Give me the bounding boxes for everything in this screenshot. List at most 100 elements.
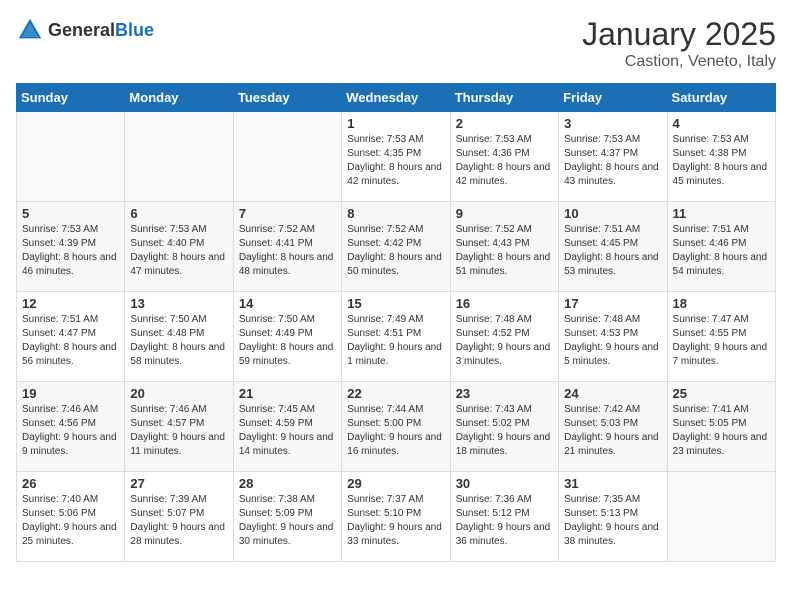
day-header-tuesday: Tuesday [233,84,341,112]
calendar-cell: 30Sunrise: 7:36 AM Sunset: 5:12 PM Dayli… [450,472,558,562]
calendar-cell: 19 Sunrise: 7:46 AM Sunset: 4:56 PM Dayli… [17,382,125,472]
calendar-cell: 8Sunrise: 7:52 AM Sunset: 4:42 PM Daylig… [342,202,450,292]
day-number: 19 [22,386,119,401]
day-info: Sunrise: 7:51 AM Sunset: 4:47 PM Dayligh… [22,313,119,369]
logo-blue: Blue [115,20,154,40]
day-info: Sunrise: 7:48 AM Sunset: 4:53 PM Dayligh… [564,313,661,369]
day-number: 27 [130,476,227,491]
day-info: Sunrise: 7:46 AM Sunset: 4:57 PM Dayligh… [130,403,227,459]
day-number: 15 [347,296,444,311]
week-row-3: 12 Sunrise: 7:51 AM Sunset: 4:47 PM Dayli… [17,292,776,382]
title-block: January 2025 Castion, Veneto, Italy [582,16,776,71]
calendar-cell: 9 Sunrise: 7:52 AM Sunset: 4:43 PM Daylig… [450,202,558,292]
day-info: Sunrise: 7:50 AM Sunset: 4:49 PM Dayligh… [239,313,336,369]
calendar-cell: 22Sunrise: 7:44 AM Sunset: 5:00 PM Dayli… [342,382,450,472]
day-info: Sunrise: 7:38 AM Sunset: 5:09 PM Dayligh… [239,493,336,549]
day-number: 12 [22,296,119,311]
day-number: 8 [347,206,444,221]
calendar-cell: 10 Sunrise: 7:51 AM Sunset: 4:45 PM Dayli… [559,202,667,292]
day-info: Sunrise: 7:45 AM Sunset: 4:59 PM Dayligh… [239,403,336,459]
calendar-cell: 13 Sunrise: 7:50 AM Sunset: 4:48 PM Dayli… [125,292,233,382]
day-info: Sunrise: 7:39 AM Sunset: 5:07 PM Dayligh… [130,493,227,549]
day-number: 4 [673,116,770,131]
day-info: Sunrise: 7:53 AM Sunset: 4:40 PM Dayligh… [130,223,227,279]
calendar-cell: 23 Sunrise: 7:43 AM Sunset: 5:02 PM Dayli… [450,382,558,472]
calendar-cell: 12 Sunrise: 7:51 AM Sunset: 4:47 PM Dayli… [17,292,125,382]
day-header-sunday: Sunday [17,84,125,112]
day-number: 6 [130,206,227,221]
day-number: 29 [347,476,444,491]
calendar-cell: 3Sunrise: 7:53 AM Sunset: 4:37 PM Daylig… [559,112,667,202]
month-title: January 2025 [582,16,776,53]
day-info: Sunrise: 7:50 AM Sunset: 4:48 PM Dayligh… [130,313,227,369]
logo-icon [16,16,44,44]
calendar-cell: 26 Sunrise: 7:40 AM Sunset: 5:06 PM Dayli… [17,472,125,562]
day-number: 2 [456,116,553,131]
calendar-cell: 15 Sunrise: 7:49 AM Sunset: 4:51 PM Dayli… [342,292,450,382]
logo: GeneralBlue [16,16,154,44]
day-header-wednesday: Wednesday [342,84,450,112]
day-info: Sunrise: 7:53 AM Sunset: 4:35 PM Dayligh… [347,133,444,189]
calendar-cell: 4Sunrise: 7:53 AM Sunset: 4:38 PM Daylig… [667,112,775,202]
day-number: 7 [239,206,336,221]
day-info: Sunrise: 7:35 AM Sunset: 5:13 PM Dayligh… [564,493,661,549]
calendar-cell: 1 Sunrise: 7:53 AM Sunset: 4:35 PM Daylig… [342,112,450,202]
day-info: Sunrise: 7:41 AM Sunset: 5:05 PM Dayligh… [673,403,770,459]
day-number: 26 [22,476,119,491]
calendar-cell: 29 Sunrise: 7:37 AM Sunset: 5:10 PM Dayli… [342,472,450,562]
day-number: 21 [239,386,336,401]
days-header-row: SundayMondayTuesdayWednesdayThursdayFrid… [17,84,776,112]
day-info: Sunrise: 7:51 AM Sunset: 4:45 PM Dayligh… [564,223,661,279]
calendar-cell: 27 Sunrise: 7:39 AM Sunset: 5:07 PM Dayli… [125,472,233,562]
day-number: 13 [130,296,227,311]
week-row-5: 26 Sunrise: 7:40 AM Sunset: 5:06 PM Dayli… [17,472,776,562]
day-info: Sunrise: 7:40 AM Sunset: 5:06 PM Dayligh… [22,493,119,549]
day-info: Sunrise: 7:46 AM Sunset: 4:56 PM Dayligh… [22,403,119,459]
calendar-cell: 31Sunrise: 7:35 AM Sunset: 5:13 PM Dayli… [559,472,667,562]
day-number: 14 [239,296,336,311]
day-number: 23 [456,386,553,401]
day-number: 18 [673,296,770,311]
calendar-table: SundayMondayTuesdayWednesdayThursdayFrid… [16,83,776,562]
calendar-cell: 5Sunrise: 7:53 AM Sunset: 4:39 PM Daylig… [17,202,125,292]
day-info: Sunrise: 7:51 AM Sunset: 4:46 PM Dayligh… [673,223,770,279]
calendar-cell: 24Sunrise: 7:42 AM Sunset: 5:03 PM Dayli… [559,382,667,472]
calendar-cell [125,112,233,202]
week-row-1: 1 Sunrise: 7:53 AM Sunset: 4:35 PM Daylig… [17,112,776,202]
day-number: 30 [456,476,553,491]
day-info: Sunrise: 7:53 AM Sunset: 4:37 PM Dayligh… [564,133,661,189]
calendar-cell [667,472,775,562]
calendar-cell: 6 Sunrise: 7:53 AM Sunset: 4:40 PM Daylig… [125,202,233,292]
calendar-cell: 16 Sunrise: 7:48 AM Sunset: 4:52 PM Dayli… [450,292,558,382]
day-info: Sunrise: 7:49 AM Sunset: 4:51 PM Dayligh… [347,313,444,369]
day-header-monday: Monday [125,84,233,112]
week-row-2: 5Sunrise: 7:53 AM Sunset: 4:39 PM Daylig… [17,202,776,292]
calendar-cell: 17 Sunrise: 7:48 AM Sunset: 4:53 PM Dayli… [559,292,667,382]
day-info: Sunrise: 7:52 AM Sunset: 4:43 PM Dayligh… [456,223,553,279]
day-info: Sunrise: 7:53 AM Sunset: 4:39 PM Dayligh… [22,223,119,279]
day-info: Sunrise: 7:43 AM Sunset: 5:02 PM Dayligh… [456,403,553,459]
logo-general: General [48,20,115,40]
day-info: Sunrise: 7:48 AM Sunset: 4:52 PM Dayligh… [456,313,553,369]
day-number: 10 [564,206,661,221]
calendar-cell: 14 Sunrise: 7:50 AM Sunset: 4:49 PM Dayli… [233,292,341,382]
day-number: 1 [347,116,444,131]
day-info: Sunrise: 7:52 AM Sunset: 4:41 PM Dayligh… [239,223,336,279]
day-number: 9 [456,206,553,221]
calendar-cell: 21 Sunrise: 7:45 AM Sunset: 4:59 PM Dayli… [233,382,341,472]
calendar-cell: 11Sunrise: 7:51 AM Sunset: 4:46 PM Dayli… [667,202,775,292]
day-number: 28 [239,476,336,491]
calendar-cell [233,112,341,202]
day-header-friday: Friday [559,84,667,112]
calendar-cell [17,112,125,202]
day-info: Sunrise: 7:53 AM Sunset: 4:36 PM Dayligh… [456,133,553,189]
day-info: Sunrise: 7:37 AM Sunset: 5:10 PM Dayligh… [347,493,444,549]
day-number: 17 [564,296,661,311]
week-row-4: 19 Sunrise: 7:46 AM Sunset: 4:56 PM Dayli… [17,382,776,472]
day-header-thursday: Thursday [450,84,558,112]
day-number: 24 [564,386,661,401]
day-header-saturday: Saturday [667,84,775,112]
day-number: 16 [456,296,553,311]
day-info: Sunrise: 7:44 AM Sunset: 5:00 PM Dayligh… [347,403,444,459]
location-title: Castion, Veneto, Italy [582,53,776,71]
